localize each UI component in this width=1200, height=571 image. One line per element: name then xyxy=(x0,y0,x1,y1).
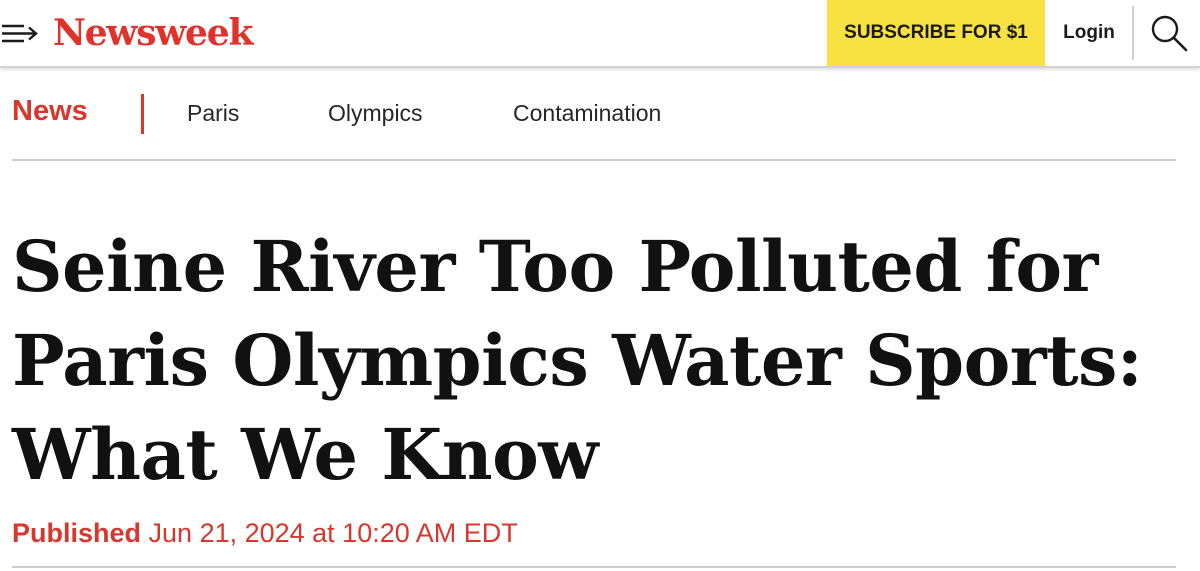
menu-arrow-icon[interactable] xyxy=(2,18,42,48)
login-button[interactable]: Login xyxy=(1045,0,1133,66)
byline-divider xyxy=(12,566,1176,568)
section-link-news[interactable]: News xyxy=(12,95,88,128)
header-divider xyxy=(1132,6,1134,60)
published-label: Published xyxy=(12,518,142,548)
topic-nav: News Paris Olympics Contamination xyxy=(0,68,1200,160)
newsweek-logo[interactable]: Newsweek xyxy=(53,10,253,56)
search-icon[interactable] xyxy=(1148,12,1190,54)
publish-info: Published Jun 21, 2024 at 10:20 AM EDT xyxy=(12,518,518,549)
article-headline: Seine River Too Polluted for Paris Olymp… xyxy=(12,225,1143,496)
nav-divider xyxy=(12,159,1176,161)
section-divider xyxy=(141,94,144,134)
published-date: Jun 21, 2024 at 10:20 AM EDT xyxy=(148,518,518,548)
tag-contamination[interactable]: Contamination xyxy=(513,100,661,127)
tag-olympics[interactable]: Olympics xyxy=(328,100,423,127)
subscribe-button[interactable]: SUBSCRIBE FOR $1 xyxy=(827,0,1045,66)
site-header: Newsweek SUBSCRIBE FOR $1 Login xyxy=(0,0,1200,68)
tag-paris[interactable]: Paris xyxy=(187,100,239,127)
